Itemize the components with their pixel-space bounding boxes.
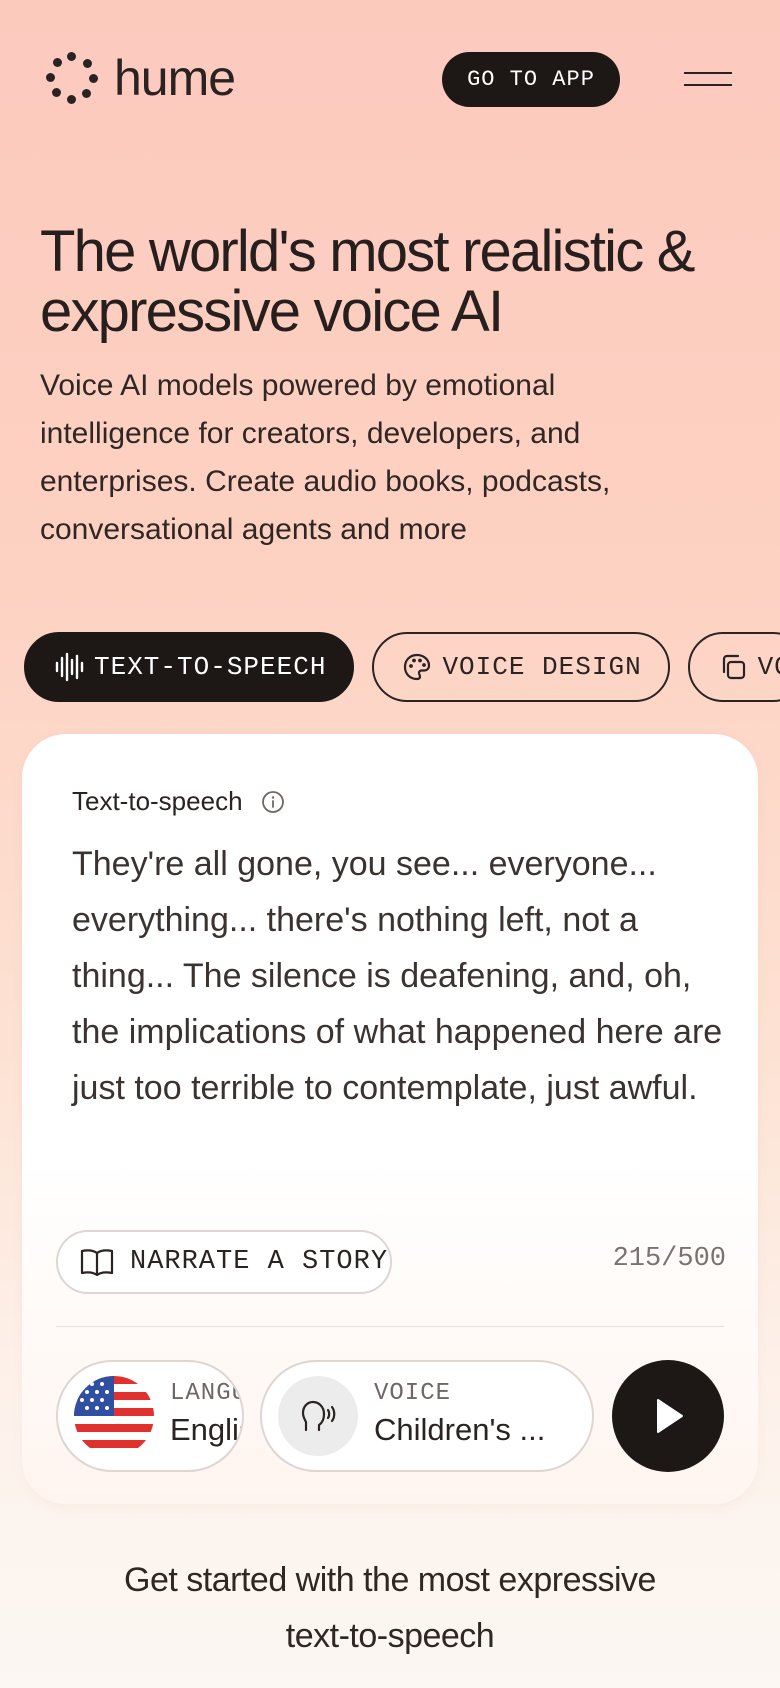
voice-label: VOICE <box>374 1380 452 1407</box>
voice-value: Children's ... <box>374 1412 546 1447</box>
play-icon <box>657 1399 683 1433</box>
tts-text-input[interactable]: They're all gone, you see... everyone...… <box>72 836 732 1116</box>
hero-title: The world's most realistic & expressive … <box>40 219 695 344</box>
waveform-icon <box>54 652 84 682</box>
logo-text: hume <box>114 50 236 106</box>
narrate-label: NARRATE A STORY <box>130 1247 389 1277</box>
tts-demo-card: Text-to-speech They're all gone, you see… <box>22 734 758 1504</box>
narrate-story-button[interactable]: NARRATE A STORY <box>56 1230 392 1294</box>
voice-selector[interactable]: VOICE Children's ... <box>260 1360 594 1472</box>
language-selector[interactable]: LANGUAGE English <box>56 1360 244 1472</box>
tab-voice-design[interactable]: VOICE DESIGN <box>372 632 670 702</box>
speaking-head-icon <box>278 1376 358 1456</box>
language-value: English <box>170 1412 242 1447</box>
hamburger-menu-icon[interactable] <box>684 66 732 94</box>
header: hume GO TO APP <box>0 0 780 160</box>
go-to-app-button[interactable]: GO TO APP <box>442 52 620 107</box>
divider <box>56 1326 724 1327</box>
play-button[interactable] <box>612 1360 724 1472</box>
us-flag-icon <box>74 1376 154 1456</box>
tab-label: VOICE DESIGN <box>442 652 642 682</box>
hero-subtitle: Voice AI models powered by emotional int… <box>40 369 611 546</box>
info-icon[interactable] <box>261 790 285 814</box>
palette-icon <box>402 652 432 682</box>
card-header: Text-to-speech <box>72 786 285 817</box>
tab-label: TEXT-TO-SPEECH <box>94 652 327 682</box>
language-label: LANGUAGE <box>170 1380 242 1407</box>
character-counter: 215/500 <box>612 1244 726 1274</box>
tab-text-to-speech[interactable]: TEXT-TO-SPEECH <box>24 632 355 702</box>
hume-logo[interactable]: hume <box>46 50 236 106</box>
copy-icon <box>718 652 748 682</box>
book-icon <box>80 1247 114 1277</box>
card-title: Text-to-speech <box>72 786 243 816</box>
logo-dots-icon <box>46 52 98 104</box>
cta-heading: Get started with the most expressive tex… <box>124 1561 656 1655</box>
tab-voice-cloning[interactable]: VOICE CLONING <box>687 632 780 702</box>
tab-label: VOICE CLONING <box>757 652 780 682</box>
product-tabs: TEXT-TO-SPEECH VOICE DESIGN VOICE CLONIN… <box>24 632 780 704</box>
